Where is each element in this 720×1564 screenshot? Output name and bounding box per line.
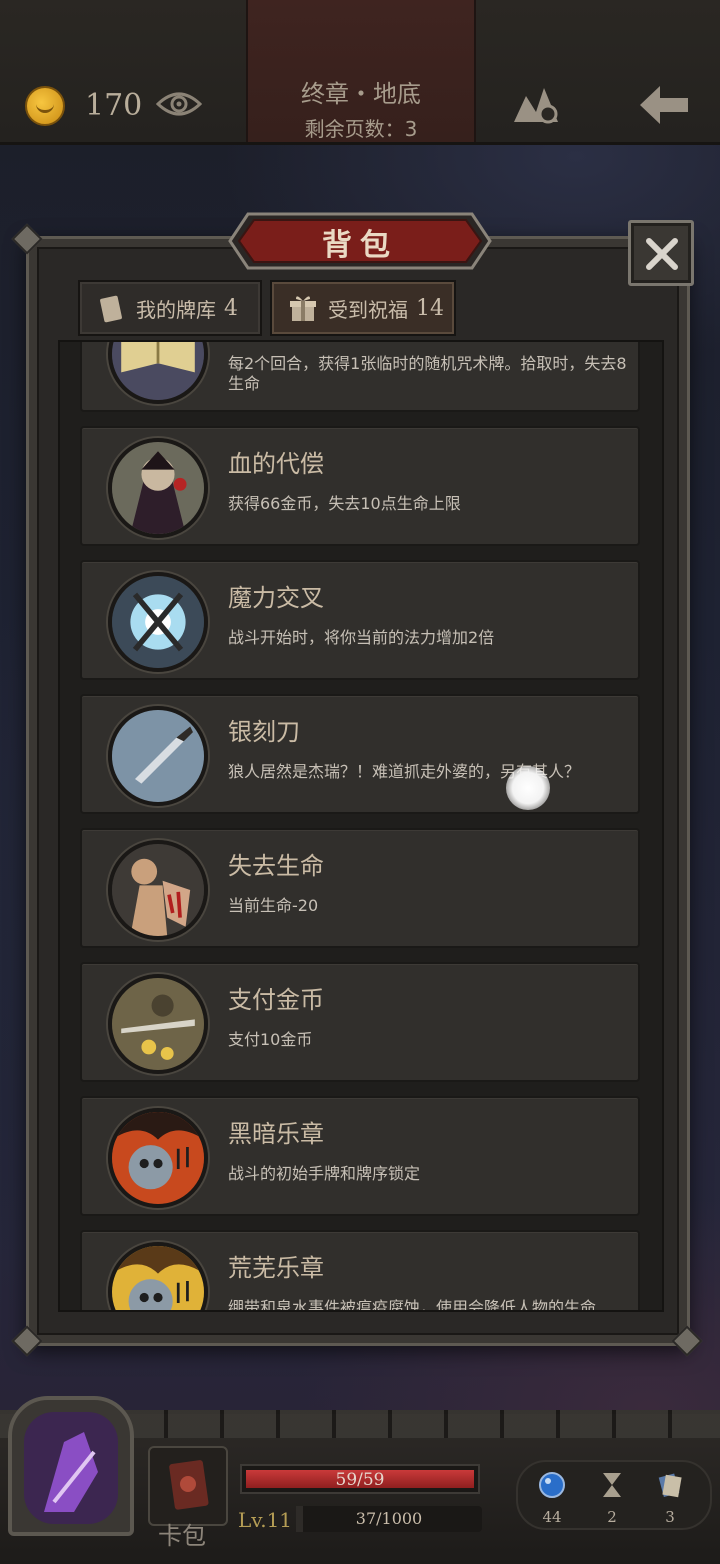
item-desc: 狼人居然是杰瑞？！难道抓走外婆的，另有其人？	[228, 762, 581, 781]
tab-count: 14	[416, 295, 444, 321]
item-name: 魔力交叉	[228, 584, 324, 612]
hourglass-icon	[603, 1473, 621, 1497]
blessing-list[interactable]: 每2个回合，获得1张临时的随机咒术牌。拾取时，失去8生命 血的代偿 获得66金币…	[58, 340, 664, 1312]
crossed-staffs-portrait	[108, 572, 208, 672]
blessing-item[interactable]: 魔力交叉 战斗开始时，将你当前的法力增加2倍	[80, 560, 640, 680]
dark-music-portrait	[108, 1108, 208, 1208]
item-desc: 战斗开始时，将你当前的法力增加2倍	[228, 628, 495, 647]
vampire-portrait	[108, 438, 208, 538]
gift-icon	[290, 296, 316, 321]
pay-gold-portrait	[108, 974, 208, 1074]
hp-text: 59/59	[335, 1470, 385, 1490]
item-name: 银刻刀	[228, 718, 300, 746]
hourglass-count: 2	[607, 1508, 617, 1526]
hero-portrait[interactable]	[8, 1396, 134, 1536]
chapter-box: 终章・地底 剩余页数：3	[246, 0, 476, 142]
mana-count: 44	[542, 1508, 562, 1526]
card-pack-icon	[169, 1460, 209, 1510]
item-name: 支付金币	[228, 986, 324, 1014]
item-name: 黑暗乐章	[228, 1120, 324, 1148]
gold-count: 170	[85, 88, 143, 123]
cards-count: 3	[665, 1508, 675, 1526]
top-bar: 170 终章・地底 剩余页数：3	[0, 0, 720, 145]
panel-title: 背包	[322, 228, 398, 263]
hero-icon	[24, 1412, 118, 1524]
tab-count: 4	[224, 295, 238, 321]
item-name: 荒芜乐章	[228, 1254, 324, 1282]
back-arrow-icon[interactable]	[636, 82, 692, 128]
blessing-item[interactable]: 黑暗乐章 战斗的初始手牌和牌序锁定	[80, 1096, 640, 1216]
xp-bar: 37/1000	[296, 1506, 482, 1532]
deck-button[interactable]	[148, 1446, 228, 1526]
tab-blessings[interactable]: 受到祝福 14	[270, 280, 456, 336]
blessing-item[interactable]: 血的代偿 获得66金币，失去10点生命上限	[80, 426, 640, 546]
item-name: 失去生命	[228, 852, 324, 880]
tab-label: 我的牌库	[136, 297, 216, 322]
bleeding-arm-portrait	[108, 840, 208, 940]
item-desc: 获得66金币，失去10点生命上限	[228, 494, 461, 513]
hourglass-resource[interactable]: 2	[592, 1470, 632, 1526]
level-label: Lv.11	[238, 1508, 293, 1532]
map-icon[interactable]	[510, 82, 562, 126]
touch-indicator	[506, 766, 550, 810]
mana-resource[interactable]: 44	[532, 1470, 572, 1526]
gold-coin-icon	[25, 86, 65, 126]
item-name: 血的代偿	[228, 450, 324, 478]
tab-my-deck[interactable]: 我的牌库 4	[78, 280, 262, 336]
xp-text: 37/1000	[355, 1509, 423, 1528]
blessing-item[interactable]: 每2个回合，获得1张临时的随机咒术牌。拾取时，失去8生命	[80, 342, 640, 412]
pages-left: 剩余页数：3	[304, 117, 418, 141]
blessing-item[interactable]: 支付金币 支付10金币	[80, 962, 640, 1082]
silver-knife-portrait	[108, 706, 208, 806]
eye-icon[interactable]	[156, 88, 202, 120]
item-desc: 战斗的初始手牌和牌序锁定	[228, 1164, 421, 1183]
item-desc: 绷带和泉水事件被瘟疫腐蚀，使用会降低人物的生命	[228, 1298, 597, 1312]
blessing-item[interactable]: 银刻刀 狼人居然是杰瑞？！难道抓走外婆的，另有其人？	[80, 694, 640, 814]
item-desc: 支付10金币	[228, 1030, 313, 1049]
close-button[interactable]	[628, 220, 694, 286]
cards-resource[interactable]: 3	[650, 1470, 690, 1526]
barren-music-portrait	[108, 1242, 208, 1310]
item-desc: 当前生命-20	[228, 896, 319, 915]
blessing-item[interactable]: 荒芜乐章 绷带和泉水事件被瘟疫腐蚀，使用会降低人物的生命	[80, 1230, 640, 1310]
chapter-title: 终章・地底	[301, 80, 421, 108]
card-icon	[100, 295, 122, 323]
mana-orb-icon	[539, 1472, 565, 1498]
hp-bar: 59/59	[240, 1464, 480, 1494]
item-desc: 每2个回合，获得1张临时的随机咒术牌。拾取时，失去8生命	[228, 354, 627, 393]
card-stack-icon	[658, 1473, 682, 1498]
blessing-item[interactable]: 失去生命 当前生命-20	[80, 828, 640, 948]
tab-label: 受到祝福	[328, 297, 408, 322]
spellbook-portrait	[108, 342, 208, 404]
close-icon	[646, 238, 678, 270]
deck-label: 卡包	[158, 1522, 206, 1550]
